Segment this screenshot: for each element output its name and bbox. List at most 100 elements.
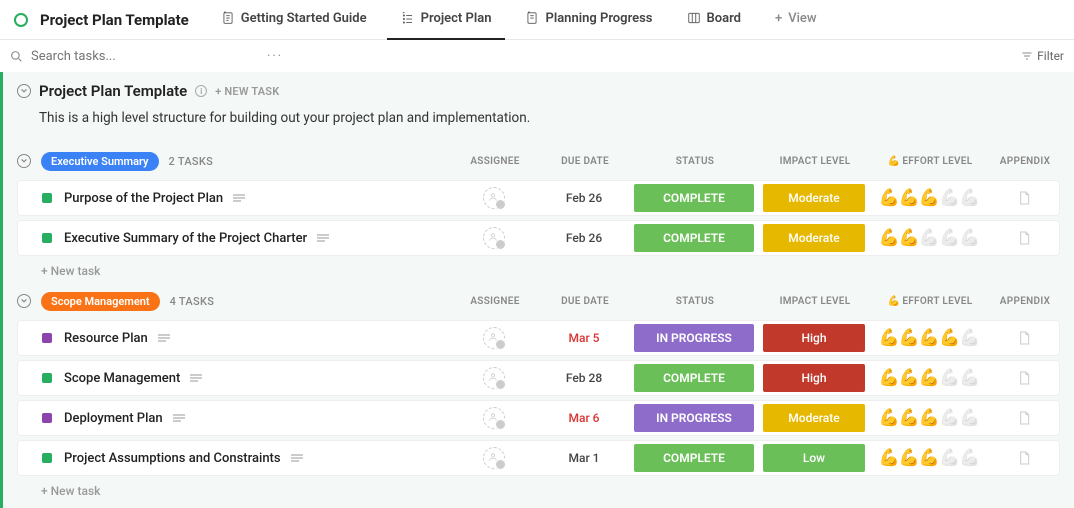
toolbar-row: ··· Filter xyxy=(0,40,1074,72)
cell-due-date[interactable]: Mar 6 xyxy=(539,401,629,435)
top-bar: Project Plan Template Getting Started Gu… xyxy=(0,0,1074,40)
col-header-impact: IMPACT LEVEL xyxy=(760,296,870,307)
doc-icon xyxy=(525,11,539,25)
assignee-placeholder[interactable] xyxy=(483,407,505,429)
task-name[interactable]: Project Assumptions and Constraints xyxy=(64,451,281,466)
effort-level[interactable]: 💪💪💪💪💪 xyxy=(879,228,980,248)
status-square-icon xyxy=(42,373,52,383)
plus-icon: + xyxy=(775,11,782,26)
more-options-button[interactable]: ··· xyxy=(267,49,283,64)
cell-impact: Moderate xyxy=(759,401,869,435)
cell-appendix xyxy=(989,441,1059,475)
impact-pill[interactable]: Moderate xyxy=(763,404,865,432)
cell-effort: 💪💪💪💪💪 xyxy=(869,441,989,475)
cell-assignee xyxy=(449,401,539,435)
cell-effort: 💪💪💪💪💪 xyxy=(869,401,989,435)
impact-pill[interactable]: Moderate xyxy=(763,184,865,212)
tab-label: Project Plan xyxy=(421,11,492,26)
task-name[interactable]: Deployment Plan xyxy=(64,411,163,426)
group-badge[interactable]: Scope Management xyxy=(41,292,160,311)
new-task-button[interactable]: + New task xyxy=(17,256,1060,278)
appendix-icon[interactable] xyxy=(1016,449,1032,467)
cell-appendix xyxy=(989,401,1059,435)
impact-pill[interactable]: High xyxy=(763,364,865,392)
task-row[interactable]: Resource Plan Mar 5IN PROGRESS High 💪💪💪💪💪 xyxy=(17,320,1060,356)
task-row[interactable]: Project Assumptions and Constraints Mar 1… xyxy=(17,440,1060,476)
status-square-icon xyxy=(42,453,52,463)
group-collapse-toggle[interactable] xyxy=(17,154,31,168)
task-cells: Feb 26COMPLETE Moderate 💪💪💪💪💪 xyxy=(449,221,1059,255)
app-logo-icon xyxy=(14,13,28,27)
cell-assignee xyxy=(449,361,539,395)
appendix-icon[interactable] xyxy=(1016,189,1032,207)
chevron-down-icon xyxy=(20,157,28,165)
task-name[interactable]: Executive Summary of the Project Charter xyxy=(64,231,307,246)
group-badge[interactable]: Executive Summary xyxy=(41,152,159,171)
cell-impact: High xyxy=(759,361,869,395)
chevron-down-icon xyxy=(20,297,28,305)
collapse-toggle[interactable] xyxy=(17,84,31,98)
assignee-placeholder[interactable] xyxy=(483,327,505,349)
group-task-count: 4 TASKS xyxy=(170,295,215,308)
tab-getting-started[interactable]: Getting Started Guide xyxy=(207,0,381,40)
task-name[interactable]: Scope Management xyxy=(64,371,180,386)
status-pill[interactable]: IN PROGRESS xyxy=(634,404,754,432)
cell-due-date[interactable]: Feb 26 xyxy=(539,221,629,255)
doc-icon xyxy=(221,11,235,25)
task-name[interactable]: Purpose of the Project Plan xyxy=(64,191,223,206)
effort-level[interactable]: 💪💪💪💪💪 xyxy=(879,188,980,208)
list-container: Project Plan Template i + NEW TASK This … xyxy=(0,72,1074,508)
effort-level[interactable]: 💪💪💪💪💪 xyxy=(879,368,980,388)
appendix-icon[interactable] xyxy=(1016,329,1032,347)
cell-due-date[interactable]: Feb 28 xyxy=(539,361,629,395)
task-row[interactable]: Purpose of the Project Plan Feb 26COMPLET… xyxy=(17,180,1060,216)
description-icon xyxy=(173,413,185,423)
cell-due-date[interactable]: Mar 1 xyxy=(539,441,629,475)
new-task-button[interactable]: + New task xyxy=(17,476,1060,498)
cell-status: COMPLETE xyxy=(629,221,759,255)
cell-status: IN PROGRESS xyxy=(629,401,759,435)
info-icon[interactable]: i xyxy=(195,85,207,97)
tab-board[interactable]: Board xyxy=(673,0,755,40)
appendix-icon[interactable] xyxy=(1016,229,1032,247)
search-input[interactable] xyxy=(31,49,251,64)
effort-level[interactable]: 💪💪💪💪💪 xyxy=(879,408,980,428)
status-pill[interactable]: COMPLETE xyxy=(634,184,754,212)
col-header-impact: IMPACT LEVEL xyxy=(760,156,870,167)
effort-level[interactable]: 💪💪💪💪💪 xyxy=(879,328,980,348)
tab-planning-progress[interactable]: Planning Progress xyxy=(511,0,666,40)
effort-level[interactable]: 💪💪💪💪💪 xyxy=(879,448,980,468)
new-task-top-button[interactable]: + NEW TASK xyxy=(215,85,279,98)
appendix-icon[interactable] xyxy=(1016,369,1032,387)
task-name[interactable]: Resource Plan xyxy=(64,331,148,346)
cell-appendix xyxy=(989,221,1059,255)
cell-status: IN PROGRESS xyxy=(629,321,759,355)
status-square-icon xyxy=(42,193,52,203)
status-pill[interactable]: COMPLETE xyxy=(634,444,754,472)
task-row[interactable]: Scope Management Feb 28COMPLETE High 💪💪💪💪💪 xyxy=(17,360,1060,396)
impact-pill[interactable]: Moderate xyxy=(763,224,865,252)
tab-project-plan[interactable]: Project Plan xyxy=(387,0,506,40)
filter-label: Filter xyxy=(1037,49,1064,63)
assignee-placeholder[interactable] xyxy=(483,447,505,469)
assignee-placeholder[interactable] xyxy=(483,187,505,209)
impact-pill[interactable]: High xyxy=(763,324,865,352)
status-pill[interactable]: COMPLETE xyxy=(634,224,754,252)
status-pill[interactable]: COMPLETE xyxy=(634,364,754,392)
task-row[interactable]: Deployment Plan Mar 6IN PROGRESS Moderate 💪… xyxy=(17,400,1060,436)
group-collapse-toggle[interactable] xyxy=(17,294,31,308)
group-header: Executive Summary2 TASKS ASSIGNEE DUE DA… xyxy=(17,146,1060,176)
cell-status: COMPLETE xyxy=(629,361,759,395)
status-pill[interactable]: IN PROGRESS xyxy=(634,324,754,352)
assignee-placeholder[interactable] xyxy=(483,227,505,249)
column-headers: ASSIGNEE DUE DATE STATUS IMPACT LEVEL 💪E… xyxy=(450,296,1060,307)
impact-pill[interactable]: Low xyxy=(763,444,865,472)
assignee-placeholder[interactable] xyxy=(483,367,505,389)
appendix-icon[interactable] xyxy=(1016,409,1032,427)
filter-button[interactable]: Filter xyxy=(1021,49,1064,63)
add-view-button[interactable]: + View xyxy=(761,0,831,40)
task-cells: Feb 28COMPLETE High 💪💪💪💪💪 xyxy=(449,361,1059,395)
cell-due-date[interactable]: Mar 5 xyxy=(539,321,629,355)
task-row[interactable]: Executive Summary of the Project Charter… xyxy=(17,220,1060,256)
cell-due-date[interactable]: Feb 26 xyxy=(539,181,629,215)
